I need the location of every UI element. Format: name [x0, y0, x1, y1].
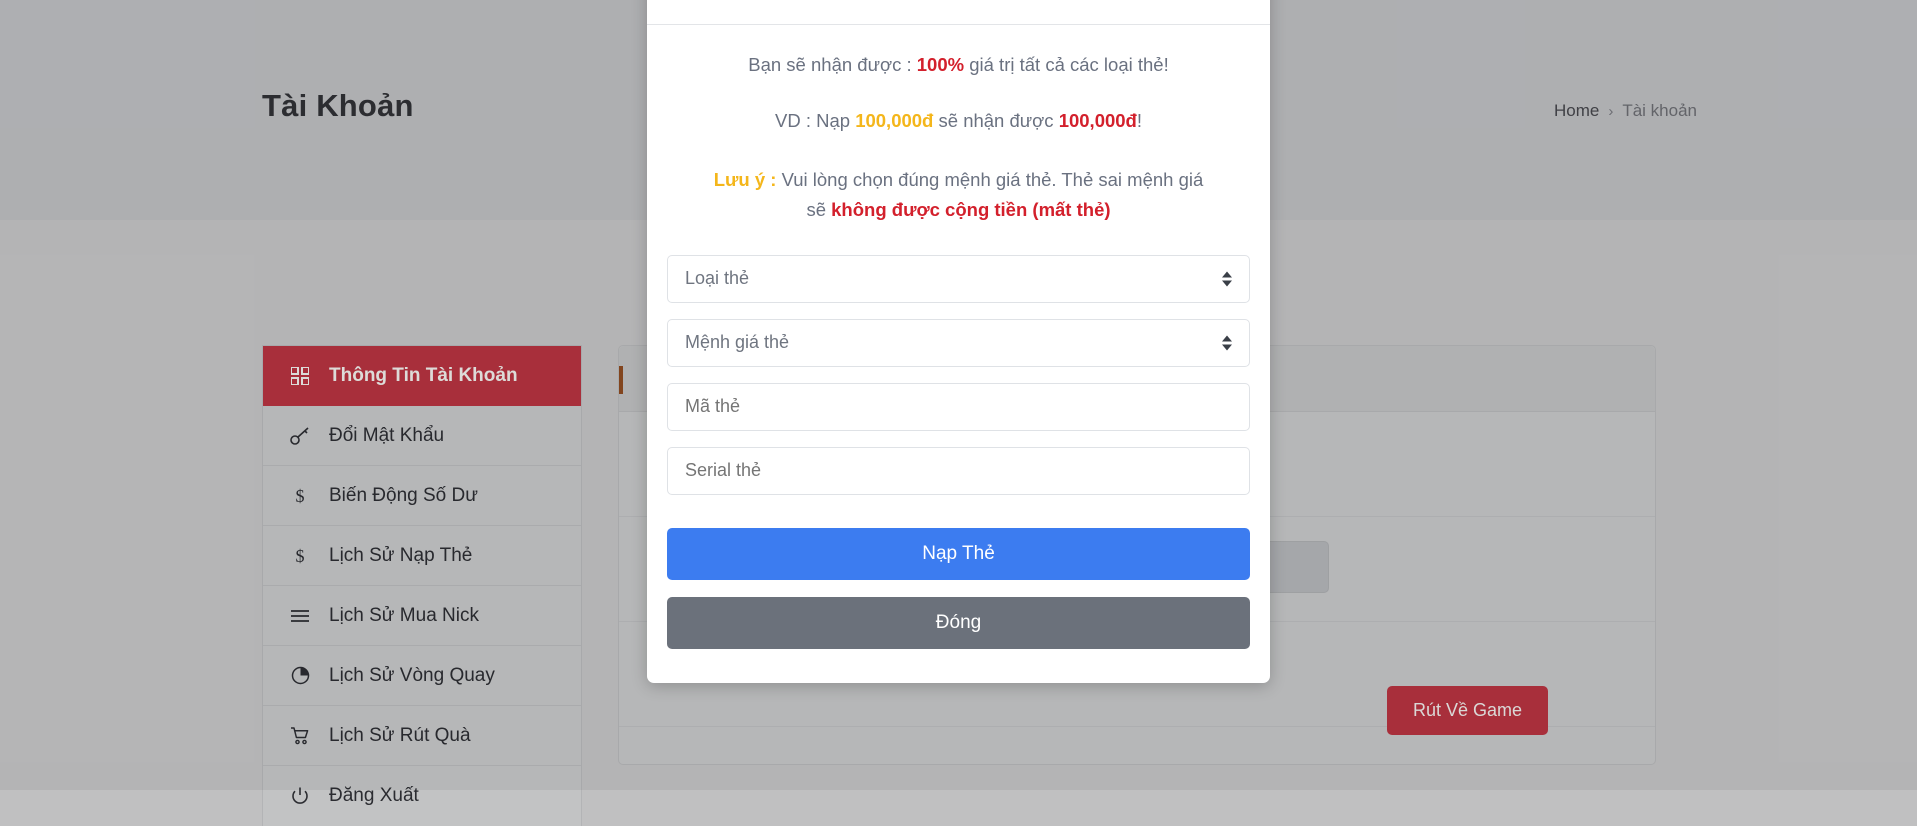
submit-nap-the-button[interactable]: Nạp Thẻ	[667, 528, 1250, 580]
card-value-placeholder: Mệnh giá thẻ	[685, 332, 789, 353]
note-label: Lưu ý :	[714, 169, 777, 190]
card-value-select[interactable]: Mệnh giá thẻ	[667, 319, 1250, 367]
promo-amount-out: 100,000đ	[1059, 110, 1137, 131]
promo-percent: 100%	[917, 54, 964, 75]
close-modal-button[interactable]: Đóng	[667, 597, 1250, 649]
promo-example-prefix: VD : Nạp	[775, 110, 855, 131]
card-type-placeholder: Loại thẻ	[685, 268, 749, 289]
card-code-input[interactable]	[667, 383, 1250, 431]
promo-example-suffix: !	[1137, 110, 1142, 131]
note-tail-strong: không được cộng tiền (mất thẻ)	[831, 199, 1110, 220]
note-text: Vui lòng chọn đúng mệnh giá thẻ. Thẻ sai…	[776, 169, 1203, 190]
warning-note: Lưu ý : Vui lòng chọn đúng mệnh giá thẻ.…	[667, 165, 1250, 224]
card-type-select[interactable]: Loại thẻ	[667, 255, 1250, 303]
card-serial-input[interactable]	[667, 447, 1250, 495]
promo-line-example: VD : Nạp 100,000đ sẽ nhận được 100,000đ!	[667, 107, 1250, 136]
promo-prefix: Bạn sẽ nhận được :	[748, 54, 917, 75]
chevron-updown-icon	[1222, 271, 1232, 286]
note-tail-prefix: sẽ	[806, 199, 831, 220]
page-root: Tài Khoản Home › Tài khoản Rút Về Game T…	[0, 0, 1917, 790]
nap-the-modal: Bạn sẽ nhận được : 100% giá trị tất cả c…	[647, 0, 1270, 683]
promo-suffix: giá trị tất cả các loại thẻ!	[964, 54, 1169, 75]
modal-header	[647, 0, 1270, 25]
promo-amount-in: 100,000đ	[855, 110, 933, 131]
promo-line-percent: Bạn sẽ nhận được : 100% giá trị tất cả c…	[667, 51, 1250, 80]
chevron-updown-icon	[1222, 335, 1232, 350]
modal-body: Bạn sẽ nhận được : 100% giá trị tất cả c…	[647, 25, 1270, 683]
promo-example-middle: sẽ nhận được	[933, 110, 1058, 131]
